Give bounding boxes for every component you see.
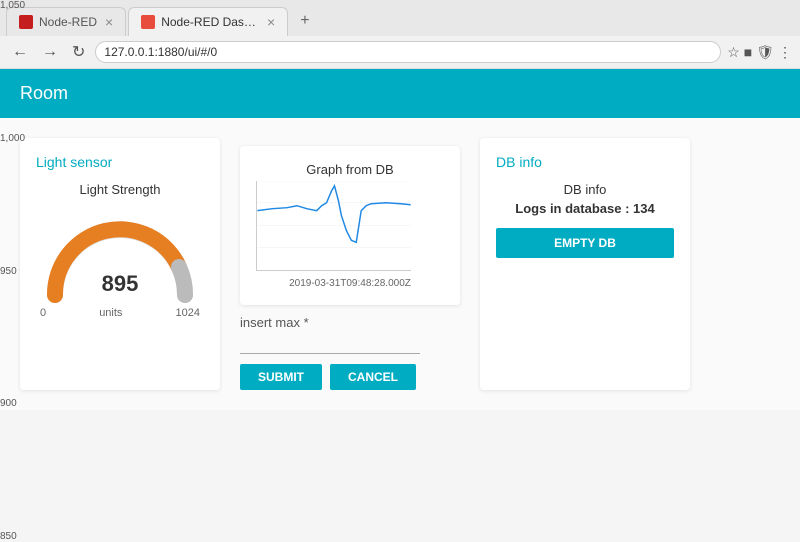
form-buttons: SUBMIT CANCEL [240,364,460,390]
gauge-value: 895 [102,271,139,297]
new-tab-button[interactable]: + [290,6,319,36]
insert-max-input[interactable] [240,334,420,354]
y-label-2: 950 [0,266,32,277]
gauge-unit: units [99,307,122,319]
tab-node-red-dashboard[interactable]: Node-RED Dashb... × [128,7,288,36]
insert-label-text: insert max * [240,315,309,330]
gauge-container: 895 0 units 1024 [36,205,204,319]
refresh-button[interactable]: ↻ [68,40,89,64]
chart-wrapper: 1,050 1,000 950 900 850 [256,181,444,276]
address-input[interactable] [95,41,721,63]
cancel-button[interactable]: CANCEL [330,364,416,390]
tab-label-node-red: Node-RED [39,15,97,29]
y-label-1: 1,000 [0,133,32,144]
browser-chrome: Node-RED × Node-RED Dashb... × + ← → ↻ ☆… [0,0,800,69]
insert-form: insert max * SUBMIT CANCEL [240,315,460,390]
tab-close-node-red[interactable]: × [105,14,113,30]
db-info-section-title: DB info [496,154,674,170]
tab-label-dashboard: Node-RED Dashb... [161,15,259,29]
gauge-range: 0 units 1024 [40,307,200,319]
tab-bar: Node-RED × Node-RED Dashb... × + [0,0,800,36]
chart-yaxis: 1,050 1,000 950 900 850 [0,0,36,542]
light-sensor-panel: Light sensor Light Strength 895 0 units … [20,138,220,390]
extension-btn-1[interactable]: ■ [744,44,752,60]
insert-label: insert max * [240,315,460,330]
db-logs-label: Logs in database : 134 [496,201,674,216]
empty-db-button[interactable]: EMPTY DB [496,228,674,258]
address-bar: ← → ↻ ☆ ■ 🛡 ⋮ [0,36,800,69]
db-info-panel: DB info DB info Logs in database : 134 E… [480,138,690,390]
light-sensor-title: Light sensor [36,154,204,170]
tab-close-dashboard[interactable]: × [267,14,275,30]
y-label-3: 900 [0,398,32,409]
y-label-4: 850 [0,531,32,542]
submit-button[interactable]: SUBMIT [240,364,322,390]
gauge-label: Light Strength [36,182,204,197]
menu-button[interactable]: ⋮ [778,44,792,61]
graph-title: Graph from DB [256,162,444,177]
db-info-label: DB info [496,182,674,197]
graph-section: Graph from DB 1,050 1,000 950 900 850 [240,138,460,390]
chart-timestamp: 2019-03-31T09:48:28.000Z [256,278,444,289]
y-label-0: 1,050 [0,0,32,11]
browser-actions: ☆ ■ 🛡 ⋮ [727,44,792,61]
gauge-max: 1024 [176,307,200,319]
gauge-min: 0 [40,307,46,319]
gauge-svg: 895 [40,205,200,305]
app-header: Room [0,69,800,118]
graph-panel: Graph from DB 1,050 1,000 950 900 850 [240,146,460,305]
forward-button[interactable]: → [38,41,62,63]
extension-btn-2[interactable]: 🛡 [756,44,774,61]
tab-favicon-dashboard [141,15,155,29]
chart-svg-container [256,181,411,276]
bookmark-button[interactable]: ☆ [727,44,740,61]
main-content: Light sensor Light Strength 895 0 units … [0,118,800,410]
